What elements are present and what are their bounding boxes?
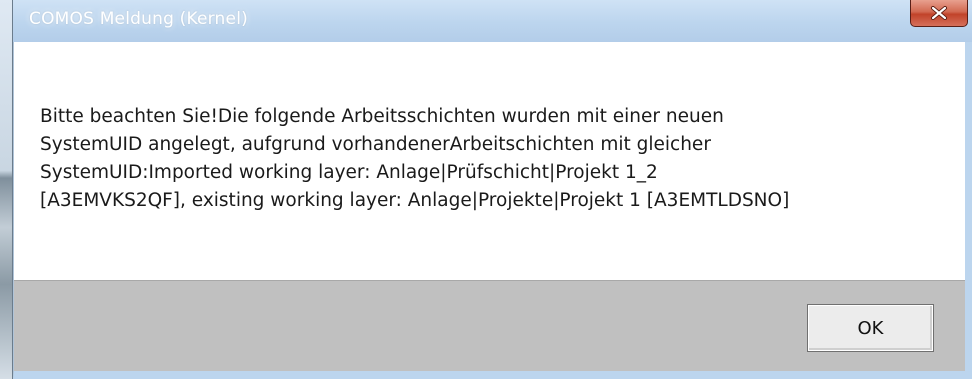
button-panel: OK — [14, 280, 965, 371]
message-dialog: COMOS Meldung (Kernel) Bitte beachten Si… — [12, 0, 972, 379]
title-bar[interactable]: COMOS Meldung (Kernel) — [13, 0, 972, 42]
background-window-edge — [0, 0, 12, 379]
ok-button[interactable]: OK — [807, 304, 934, 352]
dialog-client-area: Bitte beachten Sie!Die folgende Arbeitss… — [13, 42, 972, 379]
message-text: Bitte beachten Sie!Die folgende Arbeitss… — [40, 106, 790, 211]
message-panel: Bitte beachten Sie!Die folgende Arbeitss… — [14, 42, 965, 280]
close-button[interactable] — [910, 0, 968, 27]
close-icon — [930, 6, 948, 20]
window-title: COMOS Meldung (Kernel) — [29, 9, 248, 29]
